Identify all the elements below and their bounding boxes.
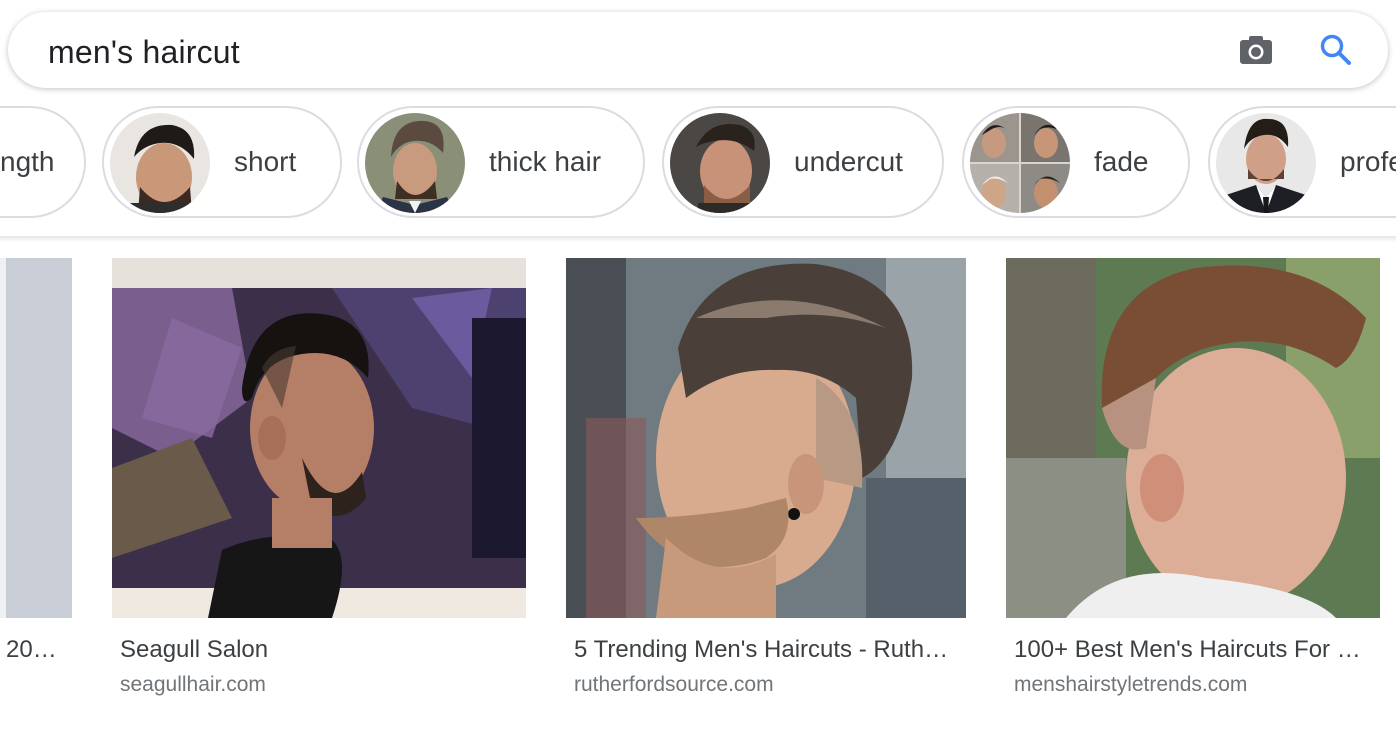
chip-thumbnail: [670, 113, 770, 213]
result-title[interactable]: 20…: [6, 636, 57, 664]
chip-label: fade: [1094, 146, 1149, 177]
chip-label: short: [234, 146, 297, 177]
chip-label: ngth: [0, 146, 55, 177]
result-site[interactable]: rutherfordsource.com: [574, 673, 774, 697]
chip-label: profe: [1340, 146, 1396, 177]
chip-thumbnail: [365, 113, 465, 213]
chip-professional[interactable]: profe: [1208, 106, 1396, 218]
chip-thumbnail: [970, 113, 1070, 213]
search-icon[interactable]: [1318, 32, 1354, 68]
result-title[interactable]: 100+ Best Men's Haircuts For …: [1014, 636, 1361, 664]
camera-icon[interactable]: [1238, 32, 1274, 68]
search-input[interactable]: men's haircut: [48, 34, 240, 71]
chips-divider: [0, 236, 1396, 242]
chip-short[interactable]: short: [102, 106, 342, 218]
chip-thumbnail: [1216, 113, 1316, 213]
result-title[interactable]: 5 Trending Men's Haircuts - Ruth…: [574, 636, 948, 664]
chip-label: thick hair: [489, 146, 602, 177]
result-title[interactable]: Seagull Salon: [120, 636, 268, 664]
chip-thick-hair[interactable]: thick hair: [357, 106, 645, 218]
related-searches-row: ngth short thick hair undercut fade prof: [0, 100, 1396, 240]
result-thumbnail[interactable]: [1006, 258, 1380, 618]
chip-label: undercut: [794, 146, 903, 177]
result-thumbnail[interactable]: [566, 258, 966, 618]
result-site[interactable]: seagullhair.com: [120, 673, 266, 697]
chip-undercut[interactable]: undercut: [662, 106, 944, 218]
result-site[interactable]: menshairstyletrends.com: [1014, 673, 1247, 697]
result-thumbnail[interactable]: [0, 258, 72, 618]
result-thumbnail[interactable]: [112, 258, 526, 618]
search-bar[interactable]: men's haircut: [8, 12, 1388, 88]
chip-thumbnail: [110, 113, 210, 213]
chip-length[interactable]: ngth: [0, 106, 86, 218]
chip-fade[interactable]: fade: [962, 106, 1190, 218]
